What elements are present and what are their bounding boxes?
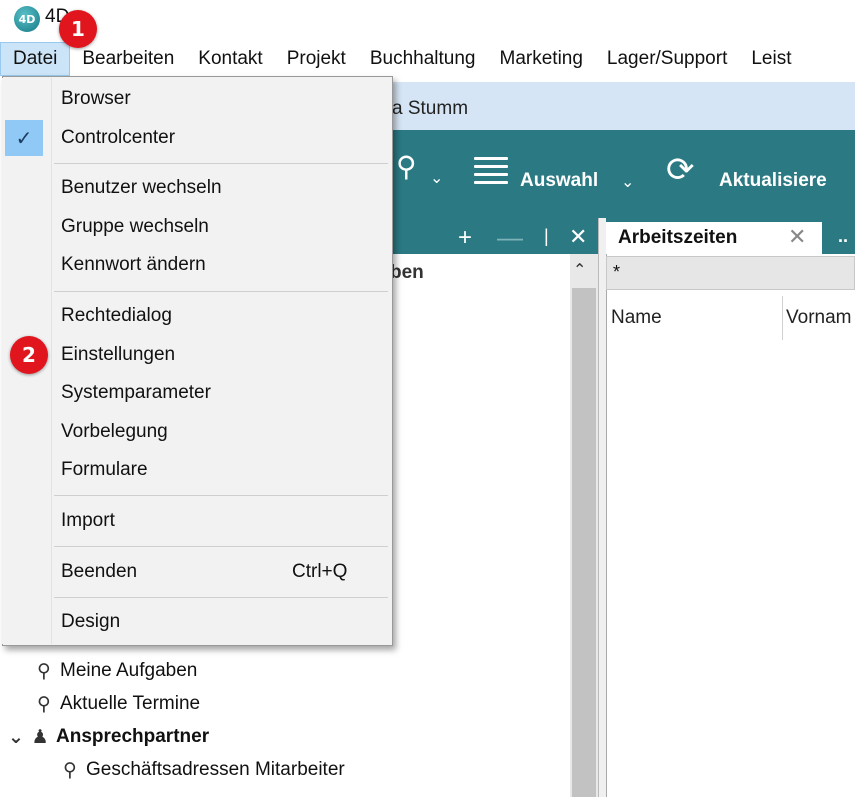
menu-item-kennwort-aendern[interactable]: Kennwort ändern bbox=[3, 246, 391, 284]
column-header-name[interactable]: Name bbox=[611, 296, 662, 340]
separator-icon: | bbox=[544, 226, 549, 246]
search-icon: ⚲ bbox=[37, 693, 51, 715]
menu-item-systemparameter[interactable]: Systemparameter bbox=[3, 374, 391, 412]
search-icon: ⚲ bbox=[37, 660, 51, 682]
tree-panel-header bbox=[390, 222, 598, 254]
close-icon[interactable]: ✕ bbox=[569, 224, 587, 250]
panel-splitter[interactable] bbox=[598, 218, 606, 797]
aktualisieren-button[interactable]: Aktualisiere bbox=[719, 170, 827, 192]
tree-item-meine-aufgaben[interactable]: ⚲ Meine Aufgaben bbox=[32, 657, 197, 685]
menu-item-gruppe-wechseln[interactable]: Gruppe wechseln bbox=[3, 208, 391, 246]
column-header-vorname[interactable]: Vornam bbox=[786, 296, 851, 340]
menu-item-benutzer-wechseln[interactable]: Benutzer wechseln bbox=[3, 169, 391, 207]
tree-item-geschaeftsadressen[interactable]: ⚲ Geschäftsadressen Mitarbeiter bbox=[58, 756, 345, 784]
refresh-icon[interactable]: ⟳ bbox=[666, 150, 695, 190]
menu-item-einstellungen[interactable]: Einstellungen bbox=[3, 336, 391, 374]
menu-buchhaltung[interactable]: Buchhaltung bbox=[358, 42, 488, 76]
tree-item-label: Aktuelle Termine bbox=[60, 693, 201, 714]
filter-value: * bbox=[613, 262, 621, 282]
menu-bar: Datei Bearbeiten Kontakt Projekt Buchhal… bbox=[0, 42, 855, 76]
menu-item-browser[interactable]: Browser bbox=[3, 80, 391, 118]
scroll-up-icon[interactable]: ⌃ bbox=[573, 260, 586, 280]
filter-field[interactable] bbox=[606, 256, 855, 290]
document-title: a Stumm bbox=[392, 98, 469, 119]
person-icon: ♟ bbox=[31, 726, 49, 748]
menu-marketing[interactable]: Marketing bbox=[488, 42, 595, 76]
scrollbar-thumb[interactable] bbox=[572, 288, 596, 797]
menu-item-vorbelegung[interactable]: Vorbelegung bbox=[3, 413, 391, 451]
search-icon: ⚲ bbox=[63, 759, 77, 781]
chevron-down-icon[interactable]: ⌄ bbox=[6, 726, 26, 749]
menu-bearbeiten[interactable]: Bearbeiten bbox=[70, 42, 186, 76]
menu-separator bbox=[54, 495, 388, 496]
menu-projekt[interactable]: Projekt bbox=[275, 42, 358, 76]
tree-item-aktuelle-termine[interactable]: ⚲ Aktuelle Termine bbox=[32, 690, 200, 718]
menu-separator bbox=[54, 291, 388, 292]
auswahl-button[interactable]: Auswahl bbox=[520, 170, 598, 192]
tree-item-label: Meine Aufgaben bbox=[60, 660, 198, 681]
menu-item-import[interactable]: Import bbox=[3, 502, 391, 540]
menu-kontakt[interactable]: Kontakt bbox=[186, 42, 274, 76]
chevron-down-icon[interactable]: ⌄ bbox=[430, 168, 443, 188]
menu-separator bbox=[54, 597, 388, 598]
title-bar bbox=[0, 0, 855, 40]
tree-group-label: ben bbox=[390, 262, 424, 283]
menu-lager-support[interactable]: Lager/Support bbox=[595, 42, 739, 76]
menu-item-formulare[interactable]: Formulare bbox=[3, 451, 391, 489]
column-divider[interactable] bbox=[782, 296, 783, 340]
chevron-down-icon[interactable]: ⌄ bbox=[621, 172, 634, 192]
menu-item-design[interactable]: Design bbox=[3, 603, 391, 641]
menu-item-rechtedialog[interactable]: Rechtedialog bbox=[3, 297, 391, 335]
app-logo-icon: 4D bbox=[14, 6, 40, 32]
menu-separator bbox=[54, 163, 388, 164]
menu-item-beenden[interactable]: Beenden Ctrl+Q bbox=[3, 553, 391, 591]
menu-item-controlcenter[interactable]: Controlcenter bbox=[3, 119, 391, 157]
callout-badge-2: 2 bbox=[10, 336, 48, 374]
callout-badge-1: 1 bbox=[59, 10, 97, 48]
menu-separator bbox=[54, 546, 388, 547]
menu-leistung[interactable]: Leist bbox=[739, 42, 803, 76]
shortcut-label: Ctrl+Q bbox=[292, 561, 348, 582]
list-icon[interactable] bbox=[474, 157, 508, 187]
close-icon[interactable]: ✕ bbox=[788, 224, 806, 250]
remove-icon[interactable]: — bbox=[497, 222, 523, 253]
tab-label[interactable]: Arbeitszeiten bbox=[618, 227, 737, 249]
more-tabs-button[interactable]: .. bbox=[838, 226, 848, 247]
add-icon[interactable]: + bbox=[458, 224, 472, 252]
menu-datei[interactable]: Datei bbox=[0, 42, 71, 76]
tree-item-ansprechpartner[interactable]: ⌄ ♟ Ansprechpartner bbox=[6, 723, 209, 751]
tree-item-label: Ansprechpartner bbox=[56, 726, 210, 747]
search-icon[interactable]: ⚲ bbox=[396, 150, 417, 183]
tree-item-label: Geschäftsadressen Mitarbeiter bbox=[86, 759, 345, 780]
